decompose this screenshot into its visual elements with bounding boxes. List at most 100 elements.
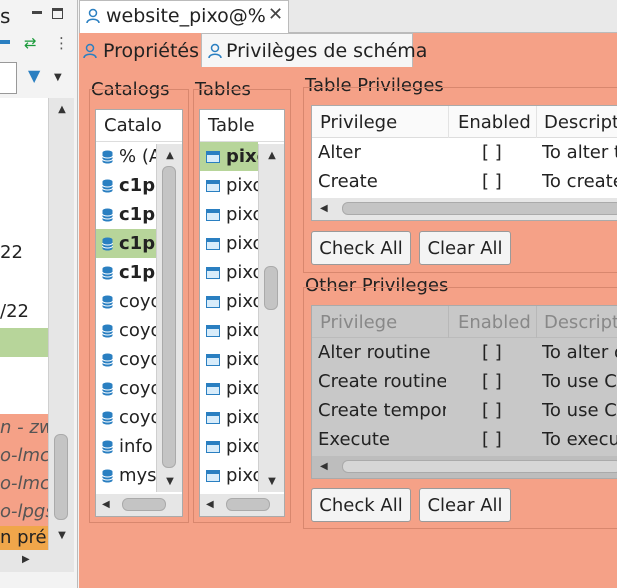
list-item[interactable]: c1pi xyxy=(96,200,158,229)
list-item[interactable]: pixo xyxy=(200,171,258,200)
list-item[interactable]: pixo xyxy=(200,345,258,374)
check-all-button[interactable]: Check All xyxy=(311,231,411,265)
column-header-privilege[interactable]: Privilege xyxy=(320,308,446,337)
list-item[interactable]: coyo xyxy=(96,316,158,345)
table-icon xyxy=(206,432,226,461)
catalogs-column-header[interactable]: Catalo xyxy=(96,110,182,142)
scroll-up-icon[interactable]: ▲ xyxy=(49,104,75,115)
scroll-down-icon[interactable]: ▼ xyxy=(157,476,182,487)
list-item[interactable]: c1pi xyxy=(96,258,158,287)
filter-dropdown-icon[interactable]: ▼ xyxy=(54,72,62,83)
tables-hscrollbar[interactable]: ◀ xyxy=(200,494,284,516)
maximize-icon[interactable] xyxy=(52,8,63,19)
left-tab-label[interactable]: s xyxy=(0,4,10,28)
minimize-icon[interactable] xyxy=(32,11,42,14)
scroll-thumb[interactable] xyxy=(342,460,617,473)
link-editor-icon[interactable]: ⇄ xyxy=(24,34,37,52)
collapse-icon[interactable] xyxy=(0,40,10,44)
check-all-button[interactable]: Check All xyxy=(311,488,411,522)
list-item[interactable]: c1pi xyxy=(96,171,158,200)
enabled-checkbox[interactable]: [ ] xyxy=(482,367,502,396)
close-icon[interactable]: ✕ xyxy=(268,4,283,25)
view-menu-icon[interactable]: ⋮ xyxy=(54,34,69,52)
tables-vscrollbar[interactable]: ▲ ▼ xyxy=(258,144,284,492)
tree-row[interactable]: o-lmc xyxy=(0,470,48,498)
scroll-up-icon[interactable]: ▲ xyxy=(157,150,182,161)
clear-all-button[interactable]: Clear All xyxy=(419,488,511,522)
enabled-checkbox[interactable]: [ ] xyxy=(482,138,502,167)
enabled-checkbox[interactable]: [ ] xyxy=(482,396,502,425)
scroll-thumb[interactable] xyxy=(264,266,278,310)
list-item[interactable]: pixo xyxy=(200,432,258,461)
tree-row[interactable]: /22 xyxy=(0,301,29,322)
tree-row-selected[interactable] xyxy=(0,328,48,357)
list-item[interactable]: pixo xyxy=(200,258,258,287)
list-item[interactable]: coyo xyxy=(96,403,158,432)
enabled-checkbox[interactable]: [ ] xyxy=(482,338,502,367)
list-item[interactable]: mys xyxy=(96,461,158,490)
list-item[interactable]: pixo xyxy=(200,229,258,258)
catalogs-vscrollbar[interactable]: ▲ ▼ xyxy=(156,144,182,492)
tree-row-suffix: - zw xyxy=(17,417,48,438)
tree-row[interactable]: 22 xyxy=(0,242,23,263)
column-header-enabled[interactable]: Enabled xyxy=(458,108,538,137)
scroll-down-icon[interactable]: ▼ xyxy=(259,476,284,487)
scroll-up-icon[interactable]: ▲ xyxy=(259,150,284,161)
column-divider xyxy=(448,306,449,338)
list-item[interactable]: info xyxy=(96,432,158,461)
table-row[interactable]: Create tempor [ ] To use C xyxy=(312,396,617,425)
catalogs-hscrollbar[interactable]: ◀ xyxy=(96,494,182,516)
filter-input[interactable] xyxy=(0,62,17,94)
scroll-right-icon[interactable]: ▶ xyxy=(22,554,30,565)
editor-tab[interactable]: website_pixo@% ✕ xyxy=(79,0,289,33)
enabled-checkbox[interactable]: [ ] xyxy=(482,167,502,196)
tree-row-label: n xyxy=(0,417,12,438)
scroll-thumb[interactable] xyxy=(162,166,176,468)
table-privileges-hscrollbar[interactable]: ◀ xyxy=(312,198,617,220)
scroll-thumb[interactable] xyxy=(54,434,68,520)
list-item[interactable]: pixo xyxy=(200,142,258,171)
column-header-description[interactable]: Descript xyxy=(544,308,617,337)
scroll-thumb[interactable] xyxy=(342,202,617,215)
scroll-left-icon[interactable]: ◀ xyxy=(102,499,110,510)
user-icon xyxy=(83,43,97,64)
table-row[interactable]: Alter routine [ ] To alter o xyxy=(312,338,617,367)
clear-all-button[interactable]: Clear All xyxy=(419,231,511,265)
scroll-left-icon[interactable]: ◀ xyxy=(206,499,214,510)
column-header-enabled[interactable]: Enabled xyxy=(458,308,538,337)
scroll-left-icon[interactable]: ◀ xyxy=(320,461,328,472)
enabled-checkbox[interactable]: [ ] xyxy=(482,425,502,454)
left-tree-vscrollbar[interactable]: ▲ ▼ xyxy=(48,98,74,550)
tree-row[interactable]: o-lpgs xyxy=(0,498,48,526)
list-item[interactable]: pixo xyxy=(200,461,258,490)
tree-row[interactable]: o-lmc xyxy=(0,442,48,470)
scroll-thumb[interactable] xyxy=(122,498,166,511)
other-privileges-hscrollbar[interactable]: ◀ xyxy=(312,456,617,478)
table-row[interactable]: Execute [ ] To execu xyxy=(312,425,617,454)
tree-row[interactable]: n prér xyxy=(0,526,48,550)
list-item[interactable]: pixo xyxy=(200,287,258,316)
scroll-thumb[interactable] xyxy=(226,498,270,511)
column-header-description[interactable]: Descript xyxy=(544,108,617,137)
list-item[interactable]: coyo xyxy=(96,374,158,403)
column-header-privilege[interactable]: Privilege xyxy=(320,108,446,137)
list-item[interactable]: coyo xyxy=(96,287,158,316)
list-item[interactable]: pixo xyxy=(200,316,258,345)
list-item[interactable]: pixo xyxy=(200,374,258,403)
table-row[interactable]: Alter [ ] To alter t xyxy=(312,138,617,167)
subtab-proprietes[interactable]: Propriétés xyxy=(83,35,201,67)
table-row[interactable]: Create [ ] To create xyxy=(312,167,617,196)
scroll-left-icon[interactable]: ◀ xyxy=(320,203,328,214)
list-item[interactable]: % (A xyxy=(96,142,158,171)
tables-column-header[interactable]: Table xyxy=(200,110,284,142)
left-tree-hscrollbar[interactable]: ▶ xyxy=(0,550,74,572)
list-item[interactable]: pixo xyxy=(200,200,258,229)
list-item[interactable]: coyo xyxy=(96,345,158,374)
list-item[interactable]: pixo xyxy=(200,403,258,432)
tree-row[interactable]: n - zw xyxy=(0,414,48,442)
subtab-privileges[interactable]: Privilèges de schéma xyxy=(201,33,427,67)
filter-icon[interactable]: ▼ xyxy=(28,66,40,85)
list-item[interactable]: c1pi xyxy=(96,229,158,258)
table-row[interactable]: Create routine [ ] To use C xyxy=(312,367,617,396)
scroll-down-icon[interactable]: ▼ xyxy=(49,530,75,541)
